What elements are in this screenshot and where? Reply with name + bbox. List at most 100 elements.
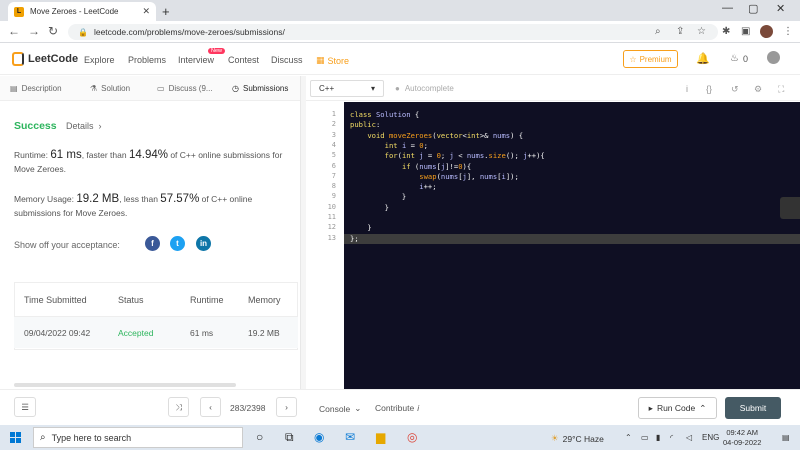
problem-list-button[interactable]: ☰ [14, 397, 36, 417]
prev-problem-button[interactable]: ‹ [200, 397, 221, 417]
chevron-up-icon: ⌃ [699, 402, 707, 413]
line-number: 5 [331, 151, 336, 160]
braces-icon[interactable]: {} [706, 84, 712, 94]
chevron-right-icon: › [285, 402, 288, 412]
minimize-window-icon[interactable]: — [722, 2, 733, 14]
volume-icon[interactable]: ◁ [686, 433, 692, 442]
col-time: Time Submitted [24, 295, 87, 305]
cell-status-link[interactable]: Accepted [118, 328, 153, 338]
bell-icon[interactable]: 🔔 [696, 52, 710, 65]
chevron-down-icon: ▾ [370, 84, 375, 93]
info-icon[interactable]: i [686, 84, 688, 94]
close-tab-icon[interactable]: ✕ [142, 6, 150, 17]
reload-icon[interactable]: ↻ [48, 24, 58, 38]
zoom-icon[interactable]: ⌕ [655, 26, 661, 37]
cortana-icon[interactable]: ○ [256, 430, 263, 444]
profile-avatar[interactable] [760, 25, 773, 38]
chrome-icon[interactable]: ◎ [407, 430, 417, 444]
nav-contest[interactable]: Contest [228, 55, 259, 65]
comment-icon: ▭ [157, 84, 165, 93]
share-label: Show off your acceptance: [14, 240, 120, 250]
clock-icon: ◷ [232, 84, 239, 93]
submit-button[interactable]: Submit [725, 397, 781, 419]
address-bar[interactable]: 🔒 leetcode.com/problems/move-zeroes/subm… [68, 24, 718, 40]
contribute-link[interactable]: Contribute i [375, 403, 419, 413]
details-link[interactable]: Details › [66, 121, 102, 131]
back-icon[interactable]: ← [8, 24, 20, 38]
next-problem-button[interactable]: › [276, 397, 297, 417]
share-icon[interactable]: ⇪ [676, 26, 684, 37]
file-explorer-icon[interactable]: ▆ [376, 430, 385, 444]
nav-interview[interactable]: Interview [178, 55, 214, 65]
reset-icon[interactable]: ↺ [731, 84, 739, 95]
language-indicator[interactable]: ENG [702, 433, 719, 442]
code-line: int i = 0; [384, 140, 428, 150]
line-number: 3 [331, 130, 336, 139]
tray-chevron-icon[interactable]: ⌃ [625, 433, 632, 442]
tab-description[interactable]: ▤ Description [10, 84, 62, 93]
network-icon[interactable]: ▭ [641, 433, 649, 442]
side-panel-handle[interactable] [780, 197, 800, 219]
nav-store[interactable]: ▦ Store [316, 55, 349, 66]
streak-counter[interactable]: ♨ 0 [730, 53, 748, 64]
leetcode-logo[interactable]: LeetCode [12, 52, 78, 66]
code-editor[interactable]: class Solution { public: void moveZeroes… [344, 102, 800, 389]
battery-icon[interactable]: ▮ [656, 433, 660, 442]
chrome-menu-icon[interactable]: ⋮ [783, 26, 793, 37]
facebook-icon[interactable]: f [145, 236, 160, 251]
line-number: 11 [327, 213, 336, 221]
task-view-icon[interactable]: ⧉ [285, 430, 294, 445]
line-number: 2 [331, 120, 336, 129]
notifications-icon[interactable]: ▤ [782, 433, 790, 442]
windows-start-icon[interactable] [10, 432, 21, 443]
autocomplete-toggle[interactable]: ● Autocomplete [395, 84, 454, 93]
bookmark-star-icon[interactable]: ☆ [697, 26, 706, 37]
user-avatar-icon[interactable] [767, 51, 780, 64]
flask-icon: ⚗ [90, 84, 98, 93]
star-icon: ☆ [629, 54, 637, 64]
extensions-icon[interactable]: ✱ [722, 26, 730, 37]
taskbar-search[interactable]: ⌕ Type here to search [33, 427, 243, 448]
code-line: class Solution { [350, 110, 420, 119]
wifi-icon[interactable]: ◜ [670, 433, 673, 442]
linkedin-icon[interactable]: in [196, 236, 211, 251]
store-icon: ▦ [316, 55, 325, 65]
tab-solution[interactable]: ⚗ Solution [90, 84, 130, 93]
system-clock[interactable]: 09:42 AM 04-09-2022 [723, 428, 761, 448]
code-line: if (nums[j]!=0){ [401, 161, 472, 171]
maximize-window-icon[interactable]: ▢ [748, 2, 758, 15]
language-select[interactable]: C++ ▾ [310, 80, 384, 97]
new-tab-icon[interactable]: + [162, 4, 170, 19]
run-code-button[interactable]: ▸ Run Code ⌃ [638, 397, 717, 419]
console-toggle[interactable]: Console ⌄ [319, 403, 361, 414]
mail-icon[interactable]: ✉ [345, 430, 355, 444]
browser-tab[interactable]: L Move Zeroes - LeetCode ✕ [8, 2, 156, 21]
col-memory: Memory [248, 295, 281, 305]
close-window-icon[interactable]: ✕ [776, 2, 785, 15]
tab-submissions[interactable]: ◷ Submissions [232, 84, 288, 93]
shuffle-button[interactable]: ⤨ [168, 397, 189, 417]
tab-discuss[interactable]: ▭ Discuss (9... [157, 84, 213, 93]
cell-runtime: 61 ms [190, 328, 214, 338]
line-number: 12 [327, 223, 336, 232]
weather-widget[interactable]: ☀ 29°C Haze [551, 433, 604, 444]
fullscreen-icon[interactable]: ⛶ [778, 84, 784, 95]
new-badge: New [208, 48, 226, 54]
nav-explore[interactable]: Explore [84, 55, 115, 65]
leetcode-favicon-icon: L [14, 6, 24, 17]
premium-button[interactable]: ☆ Premium [623, 50, 678, 68]
edge-icon[interactable]: ◉ [314, 430, 324, 444]
sidepanel-icon[interactable]: ▣ [741, 26, 750, 37]
nav-discuss[interactable]: Discuss [271, 55, 303, 65]
twitter-icon[interactable]: t [170, 236, 185, 251]
info-icon: i [417, 403, 420, 413]
nav-problems[interactable]: Problems [128, 55, 166, 65]
forward-icon[interactable]: → [28, 24, 40, 38]
horizontal-scrollbar[interactable] [14, 383, 236, 387]
chevron-down-icon: ⌄ [354, 403, 362, 413]
code-line: void moveZeroes(vector<int>& nums) { [367, 130, 524, 140]
code-line: } [350, 223, 372, 233]
settings-icon[interactable]: ⚙ [754, 84, 762, 95]
haze-icon: ☀ [551, 433, 559, 443]
col-status: Status [118, 295, 144, 305]
